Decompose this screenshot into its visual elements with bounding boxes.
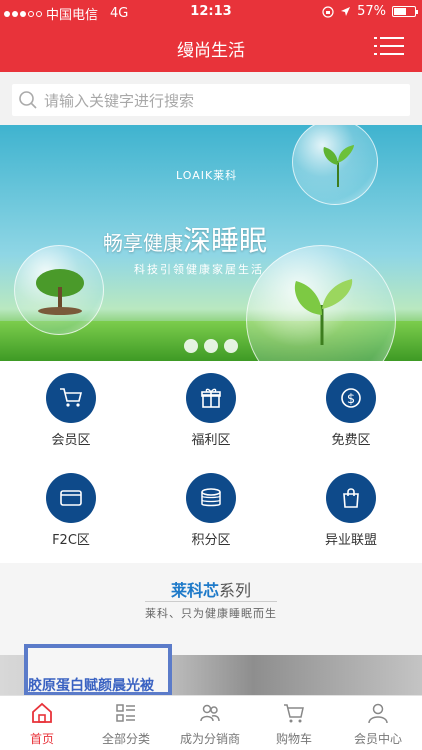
bag-icon xyxy=(343,488,359,508)
series-subtitle: 莱科、只为健康睡眠而生 xyxy=(145,607,277,620)
category-label: F2C区 xyxy=(52,533,90,548)
tab-member-center[interactable]: 会员中心 xyxy=(336,696,420,750)
banner-slogan: 畅享健康深睡眠 xyxy=(103,224,268,257)
home-icon xyxy=(32,702,52,723)
category-label: 免费区 xyxy=(331,433,371,448)
search-icon xyxy=(19,91,37,109)
dollar-icon: $ xyxy=(341,388,361,408)
svg-text:$: $ xyxy=(347,392,355,407)
carousel-pager[interactable] xyxy=(184,339,238,353)
coins-icon xyxy=(201,488,221,507)
cart-icon xyxy=(284,704,304,723)
rotation-lock-icon xyxy=(322,5,334,18)
category-label: 会员区 xyxy=(51,433,91,448)
pager-dot[interactable] xyxy=(224,339,238,353)
location-icon xyxy=(341,7,351,16)
tab-label: 购物车 xyxy=(275,732,312,746)
leaves-icon xyxy=(294,279,353,345)
bottom-tab-bar: 首页 全部分类 成为分销商 购物车 会员中心 xyxy=(0,695,422,750)
category-label: 福利区 xyxy=(191,433,231,448)
series-title: 莱科芯系列 xyxy=(170,581,252,600)
user-icon xyxy=(368,703,388,724)
series-divider xyxy=(145,601,277,602)
tab-cart[interactable]: 购物车 xyxy=(252,696,336,750)
banner-subtitle: 科技引领健康家居生活 xyxy=(134,263,264,276)
tab-label: 全部分类 xyxy=(101,732,150,746)
category-member-zone[interactable]: 会员区 xyxy=(1,363,141,463)
app-header: 中国电信 4G 12:13 57% 缦尚生活 xyxy=(0,0,422,72)
category-alliance-zone[interactable]: 异业联盟 xyxy=(281,463,421,563)
category-welfare-zone[interactable]: 福利区 xyxy=(141,363,281,463)
product-promo-text: 胶原蛋白赋颜晨光被 xyxy=(28,678,154,694)
page-title: 缦尚生活 xyxy=(177,41,245,61)
users-icon xyxy=(200,704,220,722)
tree-icon xyxy=(36,269,84,315)
tab-categories[interactable]: 全部分类 xyxy=(84,696,168,750)
battery-icon xyxy=(392,6,418,17)
tab-distributor[interactable]: 成为分销商 xyxy=(168,696,252,750)
tab-label: 首页 xyxy=(29,732,54,746)
series-section: 莱科芯系列 莱科、只为健康睡眠而生 xyxy=(0,563,422,655)
category-free-zone[interactable]: $ 免费区 xyxy=(281,363,421,463)
category-label: 积分区 xyxy=(191,533,231,548)
tab-label: 成为分销商 xyxy=(179,732,240,746)
tab-label: 会员中心 xyxy=(353,732,402,746)
promo-banner[interactable]: LOAIK莱科 畅享健康深睡眠 科技引领健康家居生活 xyxy=(0,125,422,361)
gift-icon xyxy=(201,388,221,408)
sprout-icon xyxy=(323,145,354,187)
pager-dot[interactable] xyxy=(184,339,198,353)
banner-brand: LOAIK莱科 xyxy=(176,169,238,182)
list-icon xyxy=(116,704,135,722)
category-points-zone[interactable]: 积分区 xyxy=(141,463,281,563)
tab-home[interactable]: 首页 xyxy=(0,696,84,750)
category-label: 异业联盟 xyxy=(324,533,377,548)
search-placeholder: 请输入关键字进行搜索 xyxy=(44,91,195,110)
card-icon xyxy=(60,490,82,506)
cart-icon xyxy=(60,388,83,407)
battery-percent: 57% xyxy=(357,4,386,19)
pager-dot[interactable] xyxy=(204,339,218,353)
search-input[interactable]: 请输入关键字进行搜索 xyxy=(12,84,410,116)
status-bar: 中国电信 4G 12:13 57% xyxy=(0,0,422,24)
category-f2c-zone[interactable]: F2C区 xyxy=(1,463,141,563)
menu-icon[interactable] xyxy=(374,36,404,56)
category-grid: 会员区 福利区 $ 免费区 F2C区 积分区 异业联盟 xyxy=(0,361,422,563)
